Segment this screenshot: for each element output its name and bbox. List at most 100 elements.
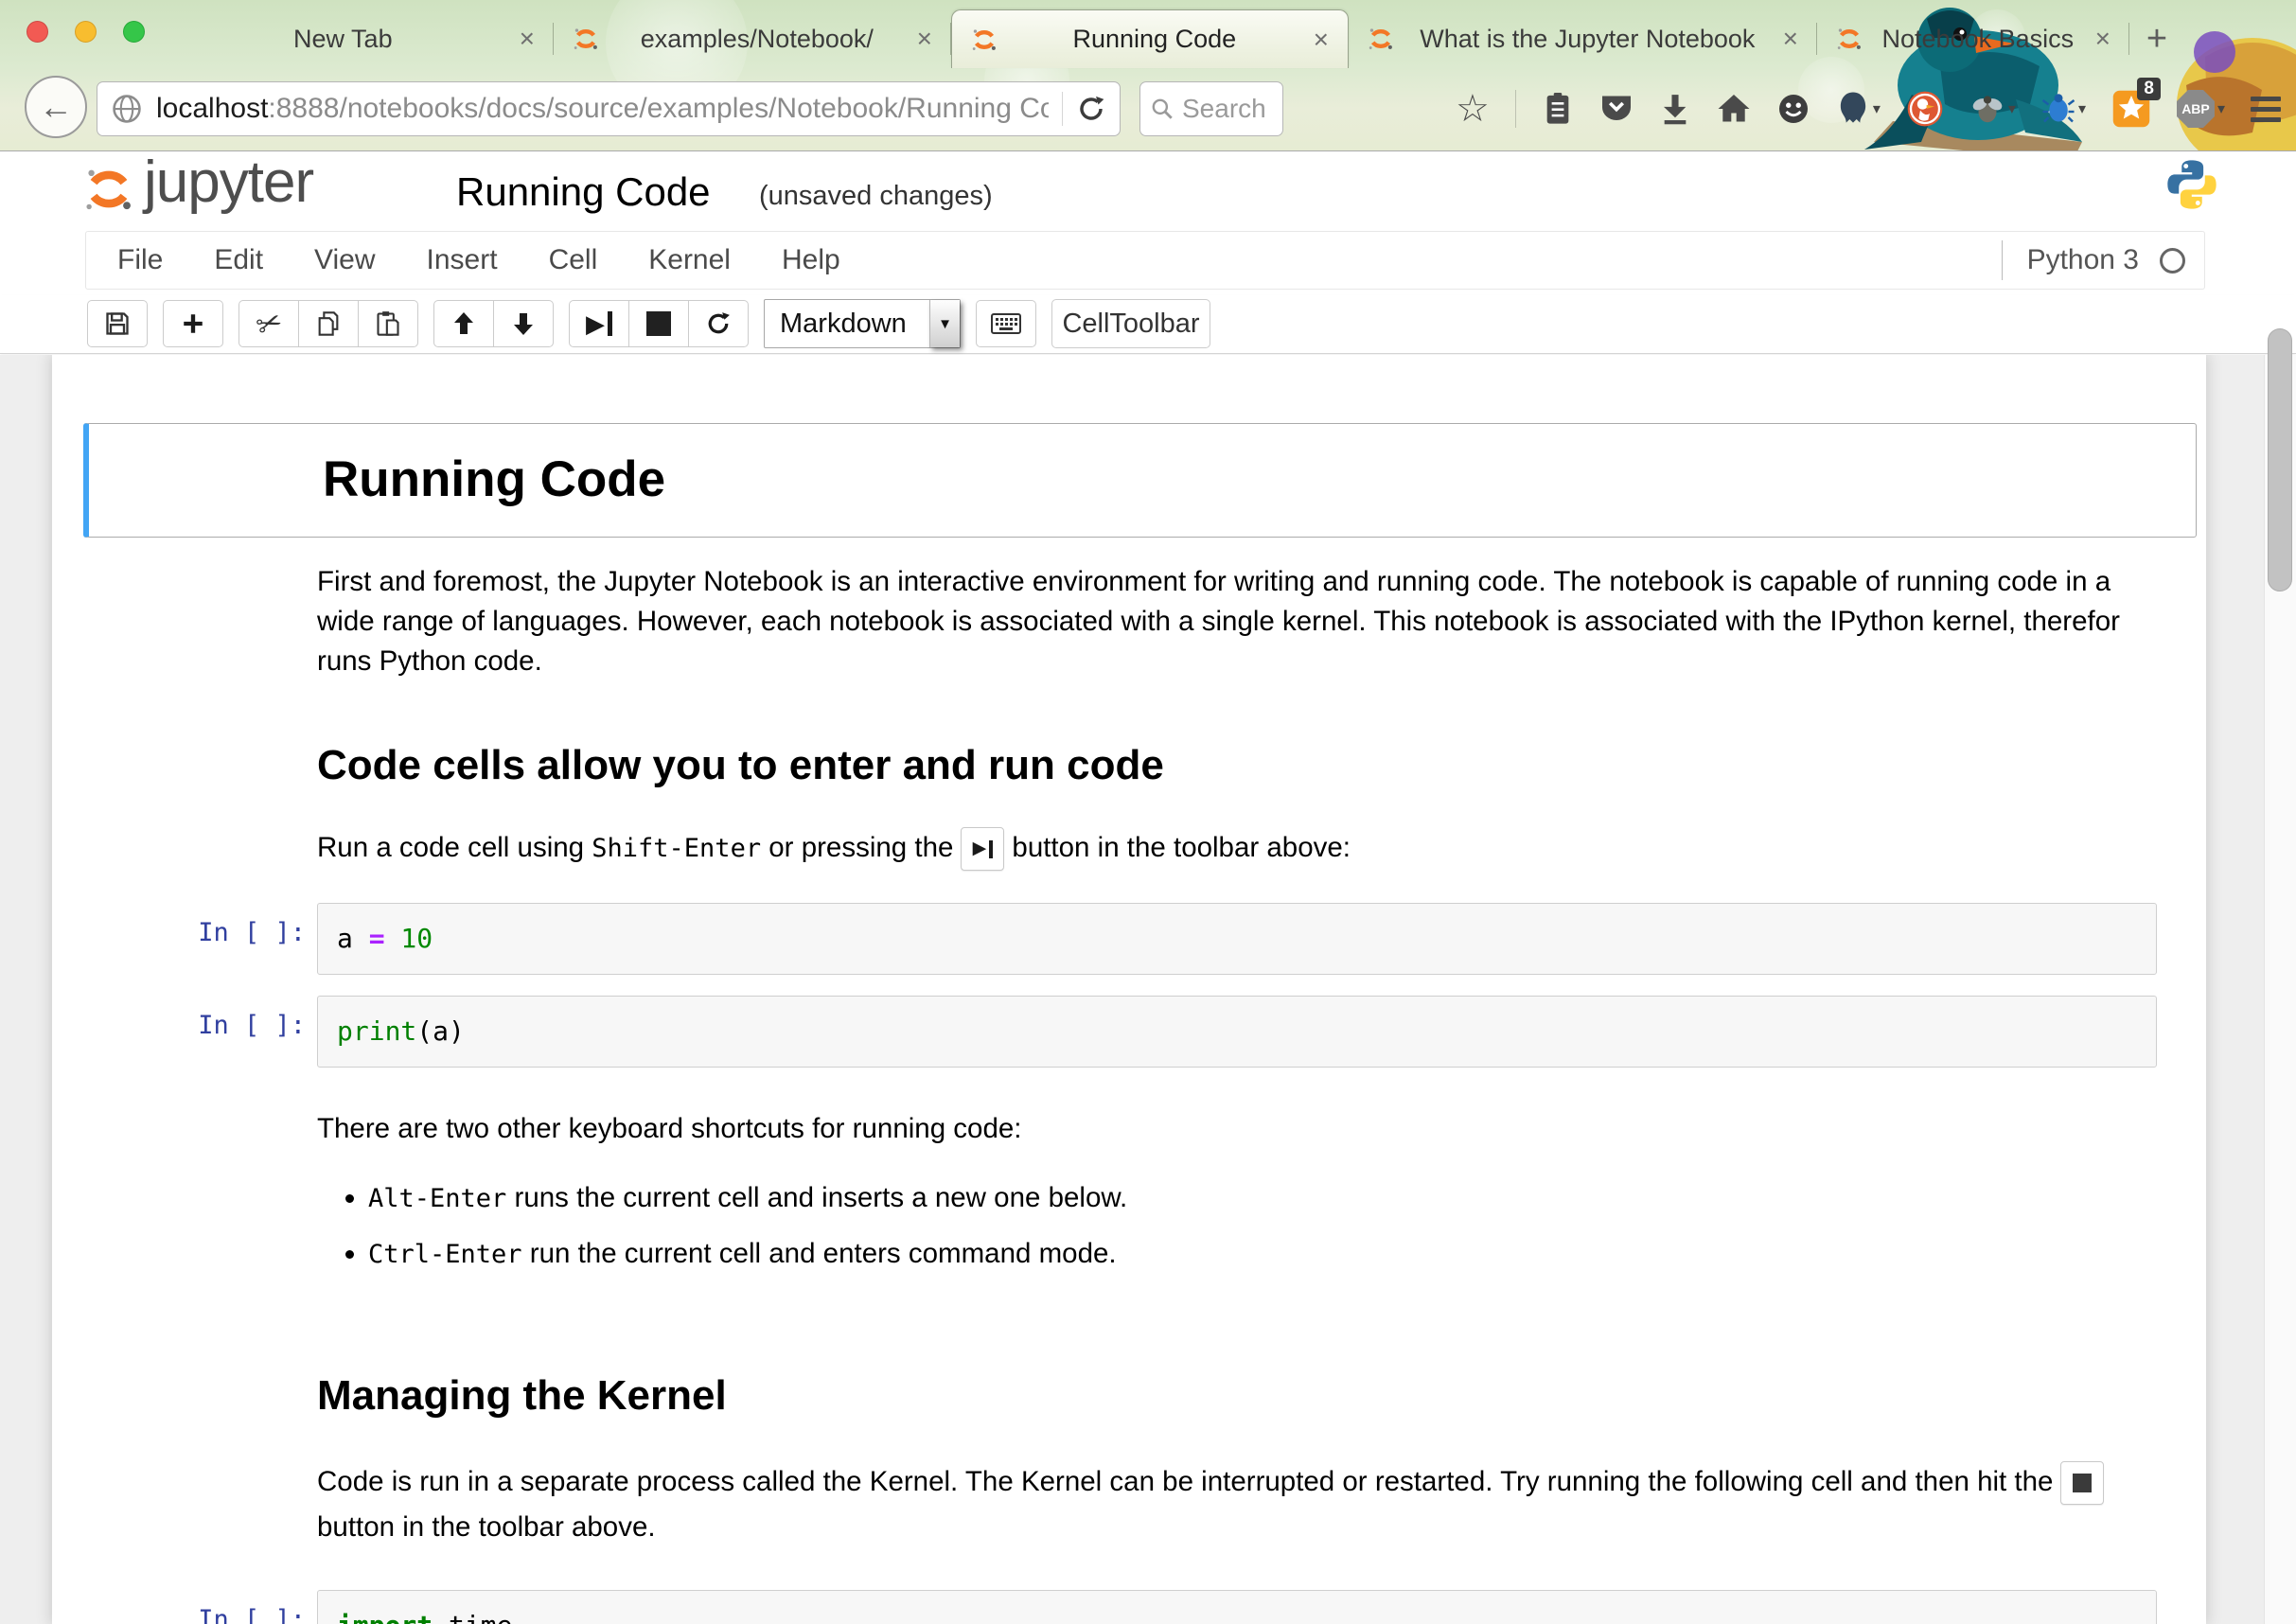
menu-icon[interactable] — [2251, 97, 2281, 122]
restart-kernel-button[interactable] — [688, 300, 749, 347]
tab-close-icon[interactable]: × — [1783, 26, 1798, 52]
move-cell-up-button[interactable] — [433, 300, 494, 347]
markdown-cell-shortcuts[interactable]: There are two other keyboard shortcuts f… — [83, 1109, 2206, 1289]
extension-bug-icon[interactable]: ▾ — [2041, 92, 2086, 126]
input-prompt: In [ ]: — [83, 903, 317, 975]
tab-examples-notebook[interactable]: examples/Notebook/ × — [554, 9, 951, 68]
menu-edit[interactable]: Edit — [188, 244, 289, 276]
tab-new-tab[interactable]: New Tab × — [161, 9, 554, 68]
markdown-cell-kernel[interactable]: Managing the Kernel Code is run in a sep… — [83, 1372, 2206, 1550]
back-button[interactable]: ← — [25, 76, 87, 138]
insert-cell-below-button[interactable] — [163, 300, 223, 347]
reload-icon[interactable] — [1076, 94, 1106, 124]
tab-close-icon[interactable]: × — [917, 26, 932, 52]
bookmarks-list-icon[interactable] — [1542, 91, 1574, 127]
code-cell-1[interactable]: In [ ]: a = 10 — [83, 903, 2206, 975]
navigation-toolbar: ← localhost:8888/notebooks/docs/source/e… — [0, 68, 2296, 151]
cut-cell-button[interactable]: ✂ — [238, 300, 299, 347]
copy-cell-button[interactable] — [298, 300, 359, 347]
paste-cell-button[interactable] — [358, 300, 418, 347]
move-cell-down-button[interactable] — [493, 300, 554, 347]
toolbar-divider — [1515, 90, 1516, 128]
shortcuts-list: Alt-Enter runs the current cell and inse… — [368, 1177, 2157, 1276]
download-icon[interactable] — [1659, 92, 1691, 126]
tab-close-icon[interactable]: × — [1314, 26, 1329, 53]
jupyter-logo-icon[interactable] — [83, 164, 134, 215]
window-minimize-button[interactable] — [75, 21, 97, 43]
adblock-plus-label: ABP — [2177, 90, 2215, 128]
new-tab-button[interactable]: + — [2129, 9, 2184, 68]
markdown-cell-codecells[interactable]: Code cells allow you to enter and run co… — [83, 742, 2206, 871]
select-dropdown-arrow-icon: ▼ — [929, 300, 960, 347]
keyboard-icon — [991, 312, 1021, 335]
input-prompt: In [ ]: — [83, 996, 317, 1068]
tab-title: Notebook Basics — [1874, 25, 2082, 54]
notebook-title[interactable]: Running Code — [456, 169, 711, 215]
menu-help[interactable]: Help — [756, 244, 866, 276]
scrollbar-thumb[interactable] — [2268, 328, 2292, 591]
menu-view[interactable]: View — [289, 244, 400, 276]
cell-type-select[interactable]: Markdown ▼ — [764, 299, 961, 348]
input-prompt: In [ ]: — [83, 1590, 317, 1624]
plus-icon — [181, 311, 205, 336]
site-globe-icon — [111, 93, 143, 125]
notebook-toolbar-row: ✂ — [0, 295, 2296, 354]
tab-running-code-active[interactable]: Running Code × — [951, 9, 1349, 68]
celltoolbar-button[interactable]: CellToolbar — [1051, 299, 1210, 348]
browser-action-icons: ☆ — [1456, 81, 2281, 136]
tab-title: examples/Notebook/ — [610, 25, 904, 54]
tab-close-icon[interactable]: × — [2095, 26, 2111, 52]
code-input-area[interactable]: a = 10 — [317, 903, 2157, 975]
move-button-group — [433, 300, 554, 347]
tab-bar: New Tab × examples/Notebook/ × Running C… — [0, 0, 2296, 68]
urlbar-divider — [1062, 92, 1063, 126]
command-palette-button[interactable] — [976, 300, 1036, 347]
menu-bar-row: File Edit View Insert Cell Kernel Help P… — [0, 227, 2296, 295]
menu-file[interactable]: File — [92, 244, 188, 276]
selected-markdown-cell[interactable]: Running Code — [83, 423, 2197, 538]
ghostery-icon[interactable]: ▾ — [1836, 91, 1881, 127]
markdown-cell-intro[interactable]: First and foremost, the Jupyter Notebook… — [83, 562, 2206, 681]
window-close-button[interactable] — [26, 21, 48, 43]
menu-cell[interactable]: Cell — [523, 244, 624, 276]
menu-insert[interactable]: Insert — [401, 244, 523, 276]
autosave-status: (unsaved changes) — [759, 181, 993, 212]
feedback-smiley-icon[interactable] — [1776, 92, 1810, 126]
duckduckgo-icon[interactable] — [1906, 90, 1944, 128]
window-zoom-button[interactable] — [123, 21, 145, 43]
jupyter-logo-text[interactable]: jupyter — [144, 149, 313, 216]
tab-notebook-basics[interactable]: Notebook Basics × — [1817, 9, 2129, 68]
list-item: Ctrl-Enter run the current cell and ente… — [368, 1233, 2157, 1276]
python-logo-icon — [2165, 158, 2218, 211]
kernel-busy-indicator-icon — [2160, 248, 2185, 274]
tab-title: New Tab — [180, 25, 506, 54]
interrupt-kernel-button[interactable] — [628, 300, 689, 347]
pocket-icon[interactable] — [1599, 93, 1634, 125]
extension-star-badge-icon[interactable]: 8 — [2111, 89, 2151, 129]
kernel-divider — [2002, 240, 2003, 280]
code-cell-3[interactable]: In [ ]: import time time.sleep(10) — [83, 1590, 2206, 1624]
extension-fly-icon[interactable]: ▾ — [1969, 92, 2016, 126]
shift-enter-code: Shift-Enter — [592, 834, 761, 863]
address-bar[interactable]: localhost:8888/notebooks/docs/source/exa… — [97, 81, 1121, 136]
bookmark-star-icon[interactable]: ☆ — [1456, 90, 1490, 128]
code-input-area[interactable]: print(a) — [317, 996, 2157, 1068]
stop-icon — [646, 311, 671, 336]
url-path: :8888/notebooks/docs/source/examples/Not… — [268, 93, 1049, 124]
tab-title: Running Code — [1009, 25, 1300, 54]
run-instructions-paragraph: Run a code cell using Shift-Enter or pre… — [317, 827, 2157, 871]
section-heading-code-cells: Code cells allow you to enter and run co… — [317, 742, 2157, 789]
tab-list: New Tab × examples/Notebook/ × Running C… — [161, 9, 2184, 68]
code-cell-2[interactable]: In [ ]: print(a) — [83, 996, 2206, 1068]
code-input-area[interactable]: import time time.sleep(10) — [317, 1590, 2157, 1624]
run-button-group: ▶ — [569, 300, 749, 347]
run-cell-button[interactable]: ▶ — [569, 300, 629, 347]
menu-kernel[interactable]: Kernel — [623, 244, 756, 276]
home-icon[interactable] — [1717, 93, 1751, 125]
tab-close-icon[interactable]: × — [520, 26, 535, 52]
inline-run-button-icon: ▶ — [961, 827, 1004, 871]
search-input[interactable]: Search — [1139, 81, 1283, 136]
adblock-plus-icon[interactable]: ABP ▾ — [2177, 90, 2225, 128]
save-button[interactable] — [87, 300, 148, 347]
tab-what-is-jupyter[interactable]: What is the Jupyter Notebook × — [1349, 9, 1817, 68]
